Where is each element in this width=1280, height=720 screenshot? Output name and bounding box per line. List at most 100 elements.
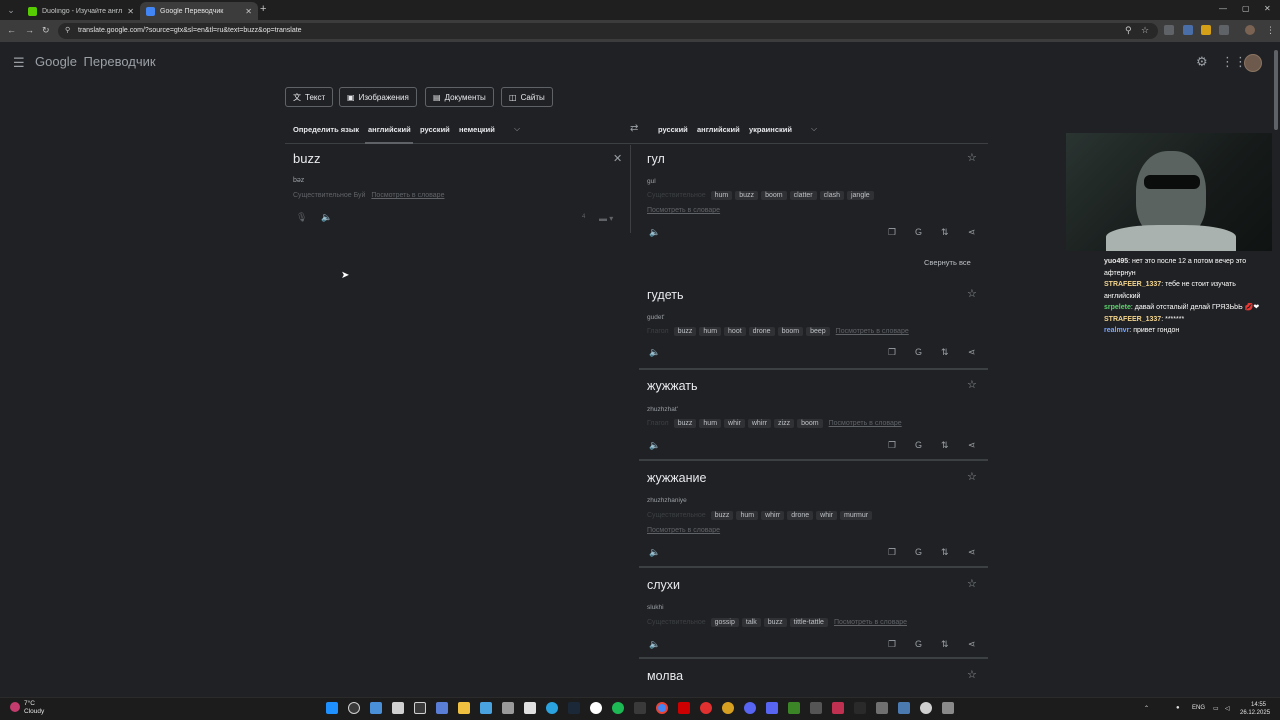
app-icon[interactable] xyxy=(920,702,932,714)
listen-icon[interactable]: 🔈 xyxy=(649,347,660,358)
source-lang-german[interactable]: немецкий xyxy=(459,125,495,134)
volume-icon[interactable]: ◁ xyxy=(1225,705,1230,712)
minimize-icon[interactable]: — xyxy=(1219,4,1227,13)
source-text-input[interactable]: buzz xyxy=(293,151,320,166)
tab-duolingo[interactable]: Duolingo - Изучайте английск ✕ xyxy=(22,2,140,20)
copy-icon[interactable]: ❐ xyxy=(888,347,896,358)
network-icon[interactable]: ▭ xyxy=(1213,705,1219,712)
feedback-icon[interactable]: ⇅ xyxy=(941,639,949,650)
source-lang-detect[interactable]: Определить язык xyxy=(293,125,359,134)
browser-menu-icon[interactable]: ⋮ xyxy=(1266,25,1275,36)
app-icon[interactable] xyxy=(590,702,602,714)
listen-icon[interactable]: 🔈 xyxy=(649,227,660,238)
extension-icon[interactable] xyxy=(1201,25,1211,35)
source-lang-english[interactable]: английский xyxy=(368,125,411,134)
extensions-puzzle-icon[interactable] xyxy=(1219,25,1229,35)
address-bar[interactable]: ⚲ translate.google.com/?source=gtx&sl=en… xyxy=(58,23,1158,39)
folder-icon[interactable] xyxy=(458,702,470,714)
listen-source-icon[interactable]: 🔈 xyxy=(321,212,332,223)
synonym-chip[interactable]: beep xyxy=(806,327,830,336)
feedback-icon[interactable]: ⇅ xyxy=(941,227,949,238)
source-lang-russian[interactable]: русский xyxy=(420,125,450,134)
target-lang-english[interactable]: английский xyxy=(697,125,740,134)
listen-icon[interactable]: 🔈 xyxy=(649,440,660,451)
tray-overflow-icon[interactable]: ⌃ xyxy=(1144,705,1149,712)
steam-icon[interactable] xyxy=(568,702,580,714)
bookmark-star-icon[interactable]: ☆ xyxy=(1141,25,1149,36)
synonym-chip[interactable]: clatter xyxy=(789,191,817,200)
save-star-icon[interactable]: ☆ xyxy=(967,378,977,391)
app-icon[interactable] xyxy=(876,702,888,714)
listen-icon[interactable]: 🔈 xyxy=(649,639,660,650)
app-icon[interactable] xyxy=(854,702,866,714)
app-icon[interactable] xyxy=(436,702,448,714)
synonym-chip[interactable]: hum xyxy=(699,327,722,336)
app-icon[interactable] xyxy=(700,702,712,714)
synonym-chip[interactable]: tittle-tattle xyxy=(789,618,828,627)
synonym-chip[interactable]: boom xyxy=(797,419,823,428)
app-icon[interactable] xyxy=(722,702,734,714)
mode-websites-button[interactable]: ◫ Сайты xyxy=(501,87,553,107)
swap-languages-icon[interactable]: ⇄ xyxy=(630,123,638,134)
copy-icon[interactable]: ❐ xyxy=(888,639,896,650)
google-search-icon[interactable]: G xyxy=(915,440,922,450)
synonym-chip[interactable]: buzz xyxy=(710,511,734,520)
maximize-icon[interactable]: ▢ xyxy=(1242,4,1250,13)
account-avatar[interactable] xyxy=(1244,54,1262,72)
synonym-chip[interactable]: hum xyxy=(710,191,733,200)
start-windows-icon[interactable] xyxy=(326,702,338,714)
app-icon[interactable] xyxy=(832,702,844,714)
search-icon[interactable] xyxy=(348,702,360,714)
save-star-icon[interactable]: ☆ xyxy=(967,668,977,681)
copy-icon[interactable]: ❐ xyxy=(888,440,896,451)
share-icon[interactable]: ⋖ xyxy=(968,639,976,650)
synonym-chip[interactable]: buzz xyxy=(673,419,697,428)
google-search-icon[interactable]: G xyxy=(915,639,922,649)
dictionary-link[interactable]: Посмотреть в словаре xyxy=(647,527,720,534)
google-search-icon[interactable]: G xyxy=(915,347,922,357)
target-lang-ukrainian[interactable]: украинский xyxy=(749,125,792,134)
synonym-chip[interactable]: whirr xyxy=(761,511,785,520)
synonym-chip[interactable]: hum xyxy=(736,511,759,520)
listen-icon[interactable]: 🔈 xyxy=(649,547,660,558)
copy-icon[interactable]: ❐ xyxy=(888,227,896,238)
keyboard-icon[interactable]: ▬ ▾ xyxy=(599,214,613,223)
extension-icon[interactable] xyxy=(1164,25,1174,35)
settings-icon[interactable] xyxy=(942,702,954,714)
synonym-chip[interactable]: hoot xyxy=(724,327,746,336)
synonym-chip[interactable]: clash xyxy=(819,191,844,200)
spotify-icon[interactable] xyxy=(612,702,624,714)
synonym-chip[interactable]: boom xyxy=(761,191,787,200)
page-scrollbar[interactable] xyxy=(1272,42,1280,697)
google-translate-logo[interactable]: Google Переводчик xyxy=(35,54,156,69)
synonym-chip[interactable]: jangle xyxy=(846,191,874,200)
forward-arrow-icon[interactable]: → xyxy=(25,25,34,35)
discord-icon[interactable] xyxy=(766,702,778,714)
feedback-icon[interactable]: ⇅ xyxy=(941,547,949,558)
target-lang-russian[interactable]: русский xyxy=(658,125,688,134)
clear-source-icon[interactable]: ✕ xyxy=(613,152,622,165)
synonym-chip[interactable]: boom xyxy=(777,327,804,336)
synonym-chip[interactable]: hum xyxy=(699,419,722,428)
dictionary-link[interactable]: Посмотреть в словаре xyxy=(829,420,902,427)
share-icon[interactable]: ⋖ xyxy=(968,227,976,238)
synonym-chip[interactable]: talk xyxy=(741,618,761,627)
tab-google-translate[interactable]: Google Переводчик ✕ xyxy=(140,2,258,20)
target-lang-dropdown-icon[interactable]: ⌵ xyxy=(811,124,817,134)
synonym-chip[interactable]: whirr xyxy=(747,419,772,428)
main-menu-icon[interactable]: ☰ xyxy=(13,55,25,71)
tab-search-icon[interactable]: ⌄ xyxy=(4,3,18,17)
dictionary-link[interactable]: Посмотреть в словаре xyxy=(834,619,907,626)
app-icon[interactable] xyxy=(392,702,404,714)
synonym-chip[interactable]: drone xyxy=(748,327,775,336)
synonym-chip[interactable]: gossip xyxy=(710,618,739,627)
synonym-chip[interactable]: whir xyxy=(816,511,837,520)
share-icon[interactable]: ⋖ xyxy=(968,547,976,558)
microphone-icon[interactable]: 🎙 xyxy=(296,212,307,223)
synonym-chip[interactable]: buzz xyxy=(673,327,697,336)
google-search-icon[interactable]: G xyxy=(915,547,922,557)
dictionary-link[interactable]: Посмотреть в словаре xyxy=(647,207,720,214)
app-icon[interactable] xyxy=(898,702,910,714)
new-tab-plus-icon[interactable]: + xyxy=(260,3,266,15)
close-tab-icon[interactable]: ✕ xyxy=(127,7,134,16)
